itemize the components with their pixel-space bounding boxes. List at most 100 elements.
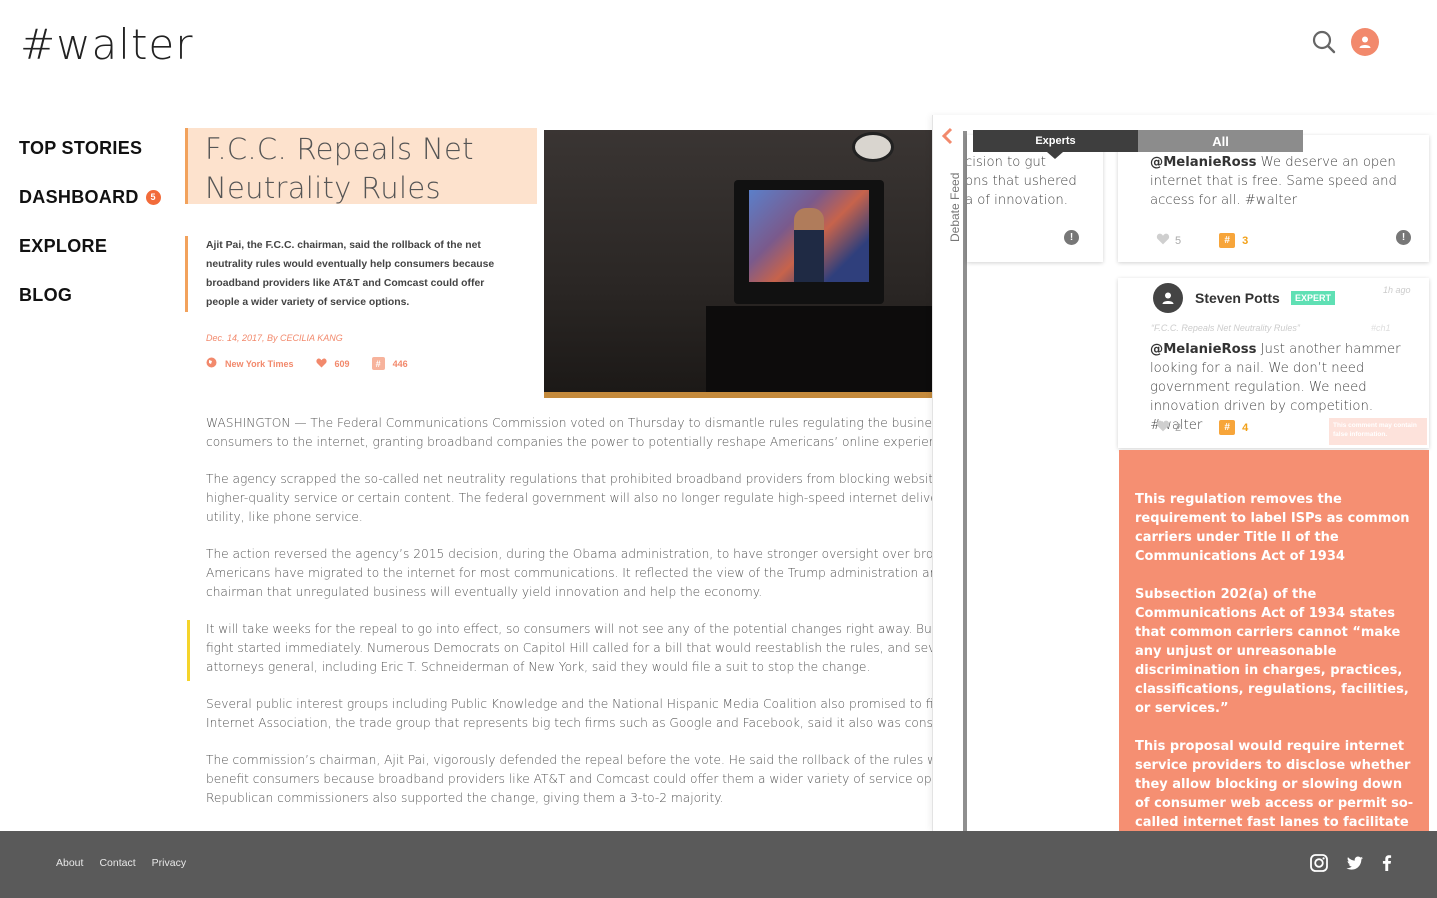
nav-blog[interactable]: BLOG <box>19 283 161 307</box>
paragraph-line: Americans have migrated to the internet … <box>206 566 933 580</box>
heart-icon <box>315 357 327 370</box>
clock-image <box>852 132 894 162</box>
comment-line: cision to gut <box>967 155 1046 170</box>
article-paragraph: Several public interest groups including… <box>206 695 933 733</box>
paragraph-line: Republican commissioners also supported … <box>206 791 724 805</box>
comment-card[interactable]: Steven Potts EXPERT 1h ago “F.C.C. Repea… <box>1118 278 1429 448</box>
expert-badge: EXPERT <box>1291 291 1336 305</box>
comment-handle[interactable]: @MelanieRoss <box>1150 155 1256 170</box>
instagram-icon[interactable] <box>1309 853 1329 873</box>
paragraph-line: chairman that unregulated business will … <box>206 585 763 599</box>
twitter-icon[interactable] <box>1345 853 1365 873</box>
expert-note: This regulation removes the requirement … <box>1119 450 1429 831</box>
hashtag-icon: # <box>371 357 385 370</box>
collapse-panel-button[interactable] <box>940 127 956 145</box>
globe-icon <box>206 357 217 370</box>
nav-dashboard[interactable]: DASHBOARD 5 <box>19 185 161 209</box>
footer-link-contact[interactable]: Contact <box>99 857 135 869</box>
comment-text: cision to gut ons that ushered a of inno… <box>967 153 1077 210</box>
article-paragraph: The agency scrapped the so-called net ne… <box>206 470 933 527</box>
paragraph-line: The agency scrapped the so-called net ne… <box>206 472 933 486</box>
article-paragraph: It will take weeks for the repeal to go … <box>206 620 933 677</box>
article: F.C.C. Repeals Net Neutrality Rules Ajit… <box>185 128 933 831</box>
tab-all[interactable]: All <box>1138 130 1303 152</box>
expert-note-paragraph: This proposal would require internet ser… <box>1135 739 1414 830</box>
facebook-icon[interactable] <box>1377 853 1397 873</box>
article-byline: Dec. 14, 2017, By CECILIA KANG <box>206 333 343 343</box>
paragraph-line: benefit consumers because broadband prov… <box>206 772 933 786</box>
debate-feed-panel: Debate Feed cision to gut ons that usher… <box>932 115 1437 831</box>
article-title-box: F.C.C. Repeals Net Neutrality Rules <box>185 128 537 205</box>
heart-icon[interactable] <box>1156 233 1170 248</box>
highlight-marker <box>187 620 190 681</box>
article-paragraph: The commission’s chairman, Ajit Pai, vig… <box>206 751 933 808</box>
site-logo[interactable]: #walter <box>20 20 194 69</box>
floor-strip <box>544 392 933 398</box>
paragraph-line: Internet Association, the trade group th… <box>206 716 933 730</box>
like-count: 609 <box>334 358 350 369</box>
expert-note-paragraph: This regulation removes the requirement … <box>1135 492 1410 564</box>
article-summary: Ajit Pai, the F.C.C. chairman, said the … <box>185 236 495 312</box>
paragraph-line: The action reversed the agency’s 2015 de… <box>206 547 933 561</box>
article-paragraph: WASHINGTON — The Federal Communications … <box>206 414 933 452</box>
user-icon <box>1162 292 1174 304</box>
comment-actions: 2 # 4 <box>1156 420 1248 435</box>
hashtag-count: 446 <box>392 358 408 369</box>
paragraph-line: Several public interest groups including… <box>206 697 933 711</box>
comment-text: @MelanieRoss We deserve an open internet… <box>1150 153 1420 210</box>
comment-card[interactable]: cision to gut ons that ushered a of inno… <box>967 135 1103 262</box>
nav-top-stories[interactable]: TOP STORIES <box>19 136 161 160</box>
comment-author[interactable]: Steven Potts <box>1195 290 1280 306</box>
article-photo <box>544 130 933 398</box>
tab-experts[interactable]: Experts <box>973 130 1138 159</box>
paragraph-line: consumers to the internet, granting broa… <box>206 435 933 449</box>
report-icon[interactable]: ! <box>1064 230 1079 245</box>
footer: About Contact Privacy <box>0 831 1437 898</box>
nav-label: BLOG <box>19 284 73 305</box>
paragraph-line: WASHINGTON — The Federal Communications … <box>206 416 933 430</box>
channel-tag: #ch1 <box>1371 323 1391 333</box>
footer-link-about[interactable]: About <box>56 857 83 869</box>
like-button[interactable]: 609 <box>315 357 350 370</box>
comment-line: ons that ushered <box>967 174 1077 189</box>
search-icon[interactable] <box>1311 29 1337 55</box>
comment-time: 1h ago <box>1383 285 1411 295</box>
report-icon[interactable]: ! <box>1396 230 1411 245</box>
paragraph-line: higher-quality service or certain conten… <box>206 491 933 505</box>
feed-tabs: Experts All <box>973 130 1303 159</box>
main-nav: TOP STORIES DASHBOARD 5 EXPLORE BLOG <box>19 136 161 332</box>
paragraph-line: attorneys general, including Eric T. Sch… <box>206 660 871 674</box>
paragraph-line: It will take weeks for the repeal to go … <box>206 622 933 636</box>
paragraph-line: The commission’s chairman, Ajit Pai, vig… <box>206 753 933 767</box>
comment-actions: 5 # 3 <box>1156 233 1248 248</box>
like-count: 5 <box>1175 234 1182 247</box>
hashtag-count: 4 <box>1242 421 1249 434</box>
paragraph-line: fight started immediately. Numerous Demo… <box>206 641 933 655</box>
table-image <box>706 306 933 398</box>
article-meta: New York Times 609 # 446 <box>206 357 430 370</box>
avatar[interactable] <box>1153 283 1183 313</box>
nav-label: TOP STORIES <box>19 137 143 158</box>
heart-icon[interactable] <box>1156 420 1170 435</box>
user-profile-button[interactable] <box>1351 28 1379 56</box>
user-icon <box>1359 36 1371 48</box>
article-title: F.C.C. Repeals Net Neutrality Rules <box>205 132 474 205</box>
comment-card[interactable]: @MelanieRoss We deserve an open internet… <box>1118 135 1429 262</box>
paragraph-line: utility, like phone service. <box>206 510 363 524</box>
article-paragraph: The action reversed the agency’s 2015 de… <box>206 545 933 602</box>
footer-link-privacy[interactable]: Privacy <box>152 857 186 869</box>
nav-label: DASHBOARD <box>19 186 139 207</box>
person-on-screen <box>794 208 824 282</box>
nav-label: EXPLORE <box>19 235 108 256</box>
like-count: 2 <box>1175 421 1182 434</box>
hashtag-icon[interactable]: # <box>1219 233 1236 248</box>
hashtag-count: 3 <box>1242 234 1249 247</box>
nav-explore[interactable]: EXPLORE <box>19 234 161 258</box>
source-link[interactable]: New York Times <box>206 357 294 370</box>
hashtag-icon[interactable]: # <box>1219 420 1236 435</box>
misinformation-warning: This comment may contain false informati… <box>1329 418 1427 445</box>
hashtag-button[interactable]: # 446 <box>371 357 408 370</box>
comment-handle[interactable]: @MelanieRoss <box>1150 342 1256 357</box>
footer-links: About Contact Privacy <box>56 857 202 869</box>
panel-strip: Debate Feed <box>933 115 963 831</box>
